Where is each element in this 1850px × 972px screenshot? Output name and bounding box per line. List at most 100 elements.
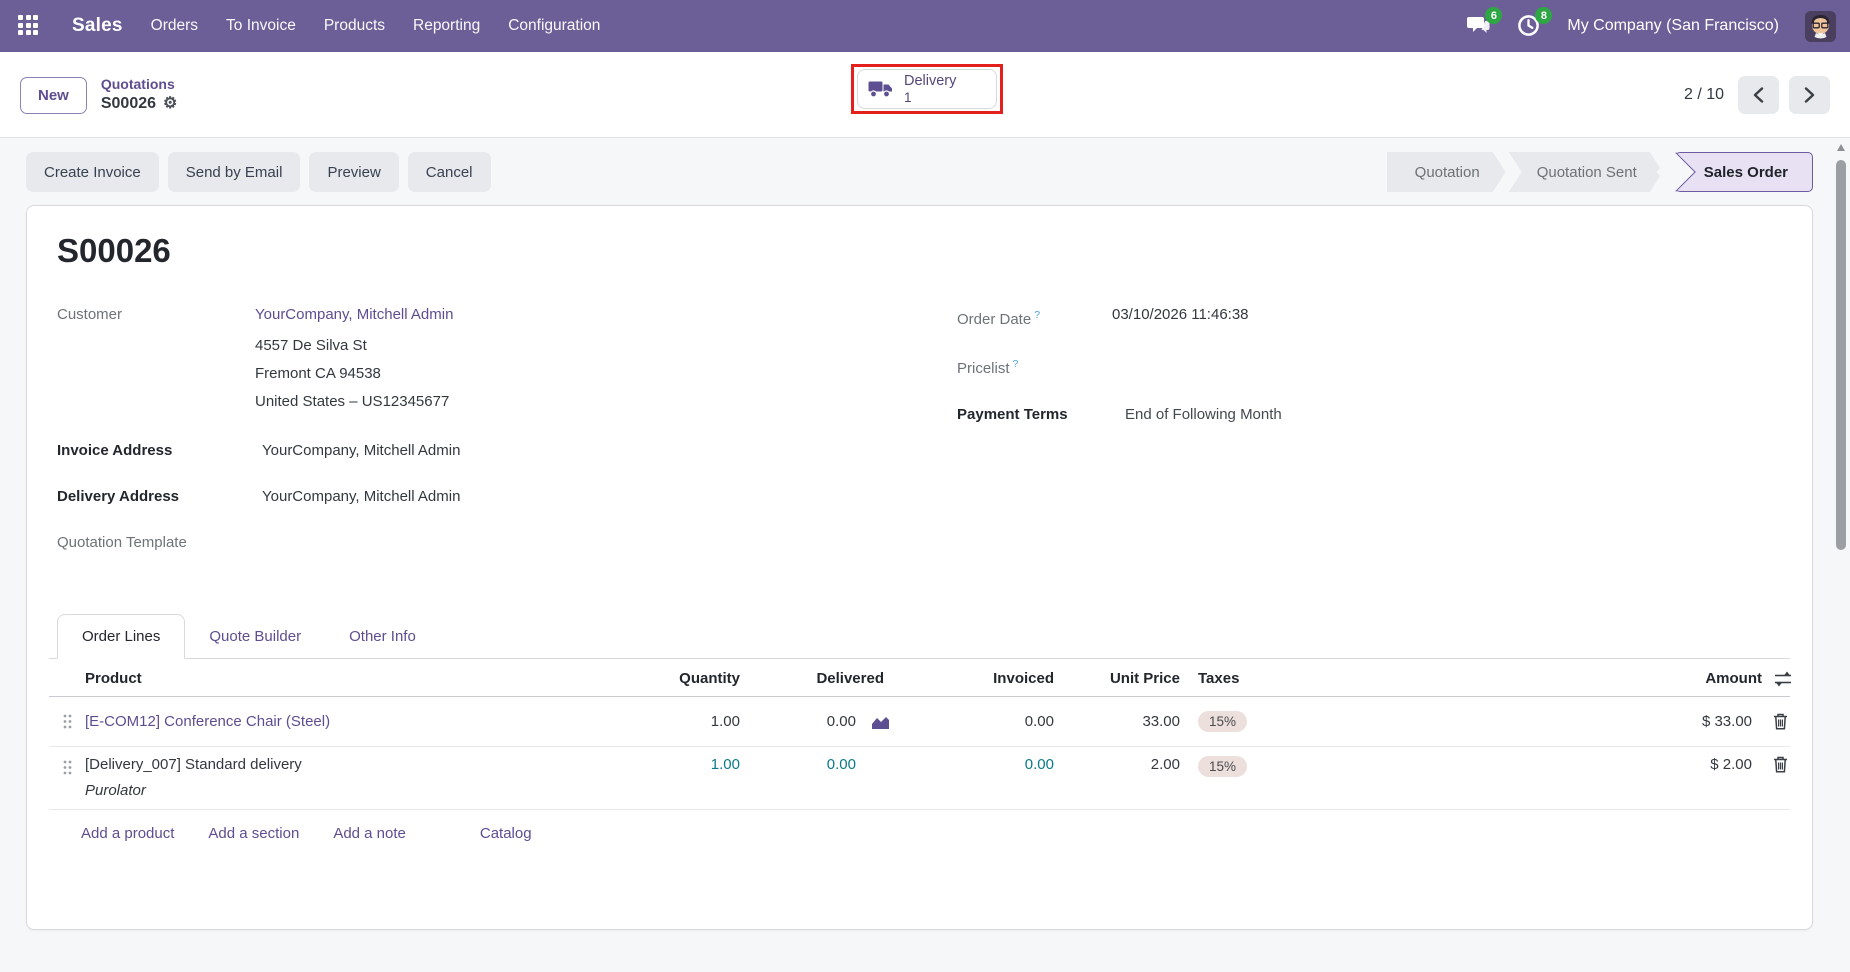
send-by-email-button[interactable]: Send by Email [168,152,301,192]
scroll-up-arrow-icon[interactable] [1837,144,1845,151]
messages-badge: 6 [1485,7,1502,24]
catalog-link[interactable]: Catalog [480,825,532,842]
optional-columns-icon[interactable] [1774,671,1792,687]
settings-gear-icon[interactable]: ⚙ [163,96,177,112]
invoiced-cell[interactable]: 0.00 [890,756,1060,773]
order-date-value[interactable]: 03/10/2026 11:46:38 [1112,304,1249,331]
col-taxes[interactable]: Taxes [1180,670,1330,687]
amount-cell: $ 33.00 [1330,713,1752,730]
tab-other-info[interactable]: Other Info [325,615,440,658]
status-sales-order[interactable]: Sales Order [1675,152,1813,192]
quotation-template-label: Quotation Template [57,532,255,554]
delivered-cell[interactable]: 0.00 [827,756,856,773]
order-line-row[interactable]: [Delivery_007] Standard delivery Purolat… [49,747,1790,810]
col-invoiced[interactable]: Invoiced [890,670,1060,687]
pager-next-button[interactable] [1789,76,1830,114]
activities-badge: 8 [1535,7,1552,24]
pager-previous-button[interactable] [1738,76,1779,114]
truck-icon [868,79,894,99]
preview-button[interactable]: Preview [309,152,398,192]
product-name[interactable]: [Delivery_007] Standard delivery [85,756,302,773]
col-unit-price[interactable]: Unit Price [1060,670,1180,687]
app-name[interactable]: Sales [72,15,123,37]
menu-orders[interactable]: Orders [151,17,198,35]
amount-cell: $ 2.00 [1330,756,1752,773]
status-quotation-sent[interactable]: Quotation Sent [1509,152,1663,192]
tax-badge[interactable]: 15% [1198,711,1247,732]
unit-price-cell[interactable]: 33.00 [1060,713,1180,730]
breadcrumb-quotations[interactable]: Quotations [101,76,178,94]
apps-grid-icon[interactable] [18,15,40,37]
main-content: Create Invoice Send by Email Preview Can… [0,138,1850,972]
order-date-help-icon[interactable]: ? [1034,309,1040,321]
forecast-chart-icon[interactable] [871,714,890,729]
new-button[interactable]: New [20,77,87,114]
menu-to-invoice[interactable]: To Invoice [226,17,296,35]
user-avatar[interactable] [1805,11,1836,42]
customer-label: Customer [57,304,255,326]
col-delivered[interactable]: Delivered [740,670,890,687]
menu-reporting[interactable]: Reporting [413,17,480,35]
notebook-tabs: Order Lines Quote Builder Other Info [49,614,1790,659]
add-section-link[interactable]: Add a section [208,825,299,842]
order-lines-header: Product Quantity Delivered Invoiced Unit… [49,659,1790,697]
unit-price-cell[interactable]: 2.00 [1060,756,1180,773]
add-product-link[interactable]: Add a product [81,825,174,842]
pricelist-help-icon[interactable]: ? [1013,358,1019,370]
scrollbar-thumb[interactable] [1836,160,1846,550]
create-invoice-button[interactable]: Create Invoice [26,152,159,192]
order-line-row[interactable]: [E-COM12] Conference Chair (Steel) 1.00 … [49,697,1790,747]
quantity-cell[interactable]: 1.00 [635,756,740,773]
delivery-smart-button-count: 1 [904,90,956,106]
payment-terms-label: Payment Terms [957,404,1112,426]
quantity-cell[interactable]: 1.00 [635,713,740,730]
activities-icon[interactable]: 8 [1517,14,1541,38]
form-sheet: S00026 Customer YourCompany, Mitchell Ad… [26,205,1813,930]
tab-quote-builder[interactable]: Quote Builder [185,615,325,658]
vertical-scrollbar[interactable] [1835,138,1848,972]
invoice-address-value[interactable]: YourCompany, Mitchell Admin [255,440,460,462]
invoice-address-label: Invoice Address [57,440,255,462]
pager-value: 2 / 10 [1684,86,1724,104]
address-street: 4557 De Silva St [255,332,887,360]
drag-handle-icon[interactable] [49,714,85,729]
avatar-image [1805,11,1836,42]
delivery-smart-button-label: Delivery [904,73,956,90]
delete-row-icon[interactable] [1773,713,1788,730]
address-city: Fremont CA 94538 [255,360,887,388]
menu-configuration[interactable]: Configuration [508,17,600,35]
messages-icon[interactable]: 6 [1467,14,1491,38]
delete-row-icon[interactable] [1773,756,1788,773]
menu-products[interactable]: Products [324,17,385,35]
tab-order-lines[interactable]: Order Lines [57,614,185,659]
product-description[interactable]: Purolator [85,782,635,799]
tax-badge[interactable]: 15% [1198,756,1247,777]
address-country: United States – US12345677 [255,388,887,416]
top-navbar: Sales Orders To Invoice Products Reporti… [0,0,1850,52]
delivery-smart-button[interactable]: Delivery 1 [857,69,997,109]
breadcrumb: Quotations S00026 ⚙ [101,76,178,114]
invoiced-cell[interactable]: 0.00 [890,713,1060,730]
control-panel: New Quotations S00026 ⚙ Delivery 1 2 / 1… [0,52,1850,138]
order-date-label: Order Date [957,311,1031,328]
product-link[interactable]: [E-COM12] Conference Chair (Steel) [85,713,635,730]
payment-terms-value[interactable]: End of Following Month [1112,404,1282,426]
status-quotation[interactable]: Quotation [1387,152,1506,192]
delivery-address-label: Delivery Address [57,486,255,508]
record-title: S00026 [57,232,1790,270]
col-amount[interactable]: Amount [1705,670,1762,687]
company-switcher[interactable]: My Company (San Francisco) [1567,17,1779,35]
add-note-link[interactable]: Add a note [333,825,406,842]
delivered-cell[interactable]: 0.00 [827,713,856,730]
pricelist-label: Pricelist [957,360,1010,377]
chevron-right-icon [1804,87,1815,103]
customer-address: 4557 De Silva St Fremont CA 94538 United… [255,332,887,416]
drag-handle-icon[interactable] [49,760,85,775]
statusbar: Quotation Quotation Sent Sales Order [1387,152,1813,192]
delivery-address-value[interactable]: YourCompany, Mitchell Admin [255,486,460,508]
col-quantity[interactable]: Quantity [635,670,740,687]
customer-value[interactable]: YourCompany, Mitchell Admin [255,304,453,326]
col-product[interactable]: Product [85,670,635,687]
cancel-button[interactable]: Cancel [408,152,491,192]
chevron-left-icon [1753,87,1764,103]
